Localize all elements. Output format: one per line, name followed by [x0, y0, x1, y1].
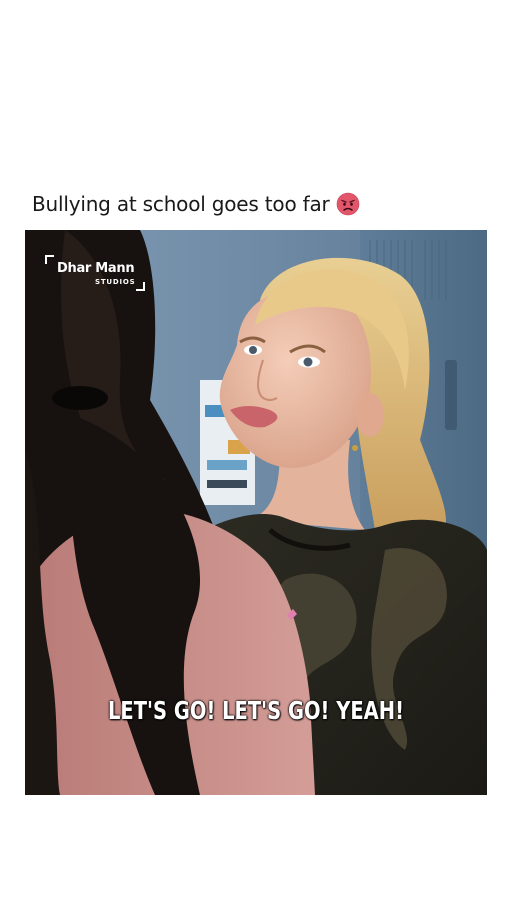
post-page: Bullying at school goes too far Dhar Man…: [0, 0, 512, 910]
angry-face-emoji-icon: [336, 192, 359, 216]
brand-subtitle: STUDIOS: [95, 278, 136, 286]
post-caption: Bullying at school goes too far: [32, 192, 330, 216]
brand-name: Dhar Mann: [57, 261, 135, 276]
logo-corner-bracket-icon: [136, 282, 145, 291]
video-subtitle: LET'S GO! LET'S GO! YEAH!: [108, 696, 404, 725]
post-caption-row: Bullying at school goes too far: [32, 188, 360, 220]
video-player[interactable]: Dhar Mann STUDIOS LET'S GO! LET'S GO! YE…: [25, 230, 487, 795]
dhar-mann-studios-logo: Dhar Mann STUDIOS: [45, 255, 145, 291]
logo-corner-bracket-icon: [45, 255, 54, 264]
